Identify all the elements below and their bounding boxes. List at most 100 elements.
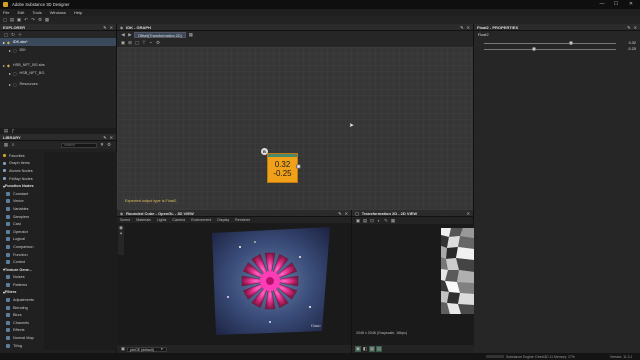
library-item[interactable]: Comparison [0, 243, 42, 251]
grid-toggle-icon[interactable]: ▦ [188, 32, 194, 38]
library-item[interactable]: Function [0, 251, 42, 259]
expand-chevron-icon[interactable]: ▸ [3, 63, 5, 68]
library-item[interactable]: Cast [0, 220, 42, 228]
expand-chevron-icon[interactable]: ▸ [3, 40, 5, 45]
graph-breadcrumb[interactable]: Offset(Transformation 2D) [134, 32, 186, 38]
library-item[interactable]: Transforms [0, 349, 42, 350]
pin-node-icon[interactable]: ⊤ [141, 40, 147, 46]
explorer-item[interactable]: ▸ ▢ HSB_NFT_BG [0, 69, 116, 77]
new-package-icon[interactable]: ▢ [3, 32, 9, 38]
library-item[interactable]: Logical [0, 236, 42, 244]
light-icon[interactable]: ✦ [118, 231, 124, 237]
view-list-icon[interactable]: ≡ [10, 142, 16, 148]
fit-icon[interactable]: ⊡ [369, 218, 375, 224]
library-item[interactable]: Normal Map [0, 334, 42, 342]
close-button[interactable]: ✕ [625, 1, 637, 8]
library-item[interactable]: Tiling [0, 342, 42, 350]
view3d-menu-item[interactable]: Display [217, 218, 229, 222]
close-panel-icon[interactable]: ✕ [634, 25, 637, 30]
redo-icon[interactable]: ↷ [30, 17, 36, 23]
library-item[interactable]: Patterns [0, 281, 42, 289]
pen-icon[interactable]: ✎ [383, 218, 389, 224]
channel-icon[interactable]: ◐ [376, 218, 382, 224]
explorer-item[interactable]: ▸ ◆ HSB_NFT_BG.sbs [0, 61, 116, 69]
library-item[interactable]: FxMap Nodes [0, 175, 42, 183]
library-item[interactable]: Samplers [0, 213, 42, 221]
library-settings-icon[interactable]: ⚙ [106, 142, 112, 148]
close-panel-icon[interactable]: ✕ [467, 25, 470, 30]
pin-icon[interactable]: ✎ [627, 25, 630, 30]
menu-edit[interactable]: Edit [17, 10, 24, 15]
link-icon[interactable]: ⌁ [148, 40, 154, 46]
undo-icon[interactable]: ↶ [23, 17, 29, 23]
library-item[interactable]: Atomic Nodes [0, 167, 42, 175]
library-tab-icon[interactable]: ▤ [3, 128, 9, 134]
explorer-item[interactable]: ▸ ▢ IDK [0, 46, 116, 54]
close-panel-icon[interactable]: ✕ [467, 211, 470, 216]
slider-value[interactable]: -0.25 [627, 47, 636, 51]
library-item[interactable]: Control [0, 258, 42, 266]
back-icon[interactable]: ◀ [120, 32, 126, 38]
library-item[interactable]: Adjustments [0, 296, 42, 304]
alpha-icon[interactable]: ◧ [362, 346, 368, 352]
histogram-icon[interactable]: ▤ [376, 346, 382, 352]
open-package-icon[interactable]: ↻ [10, 32, 16, 38]
view3d-menu-item[interactable]: Camera [172, 218, 185, 222]
library-item[interactable]: Noises [0, 274, 42, 282]
explorer-item[interactable]: ▸ ◆ IDK.sbs* [0, 38, 116, 46]
library-item[interactable]: Constant [0, 190, 42, 198]
slider-track[interactable] [484, 49, 616, 50]
library-search-input[interactable] [61, 142, 97, 148]
checker-icon[interactable]: ▦ [369, 346, 375, 352]
menu-windows[interactable]: Windows [50, 10, 66, 15]
explorer-item[interactable]: ▸ ▢ Resources [0, 80, 116, 88]
slider-knob[interactable] [569, 41, 574, 45]
library-item[interactable]: Vector [0, 198, 42, 206]
library-item[interactable]: Effects [0, 327, 42, 335]
menu-help[interactable]: Help [74, 10, 82, 15]
graph-canvas[interactable]: B 0.32 -0.25 ➤ Expected output type is F… [117, 47, 473, 210]
filter-icon[interactable]: ▼ [99, 142, 105, 148]
view3d-menu-item[interactable]: Renderer [235, 218, 250, 222]
slider-track[interactable] [484, 43, 616, 44]
rgba-icon[interactable]: ▣ [355, 346, 361, 352]
open-folder-icon[interactable]: ▤ [9, 17, 15, 23]
expand-chevron-icon[interactable]: ▸ [9, 48, 11, 53]
pin-icon[interactable]: ✎ [460, 25, 463, 30]
library-item[interactable]: Graph Items [0, 160, 42, 168]
library-category[interactable]: ▾ Filters [0, 289, 42, 297]
tiling-icon[interactable]: ▦ [390, 218, 396, 224]
float2-node[interactable]: 0.32 -0.25 [267, 153, 298, 183]
settings-icon[interactable]: ⚙ [37, 17, 43, 23]
library-item[interactable]: Operator [0, 228, 42, 236]
library-category[interactable]: ▾ Texture Gene... [0, 266, 42, 274]
minimize-button[interactable]: — [596, 1, 608, 8]
close-panel-icon[interactable]: ✕ [110, 25, 113, 30]
forward-icon[interactable]: ▶ [127, 32, 133, 38]
slider-knob[interactable] [531, 47, 536, 51]
node-output-port[interactable] [296, 164, 301, 169]
slider-value[interactable]: 0.32 [629, 41, 636, 45]
copy-icon[interactable]: ▤ [362, 218, 368, 224]
close-panel-icon[interactable]: ✕ [345, 211, 348, 216]
save-icon[interactable]: ▣ [16, 17, 22, 23]
add-icon[interactable]: ＋ [17, 32, 23, 38]
library-item[interactable]: Variables [0, 205, 42, 213]
library-item[interactable]: Blending [0, 304, 42, 312]
expand-chevron-icon[interactable]: ▸ [9, 82, 11, 87]
menu-tools[interactable]: Tools [32, 10, 41, 15]
pin-icon[interactable]: ✎ [338, 211, 341, 216]
view3d-menu-item[interactable]: Materials [136, 218, 151, 222]
align-icon[interactable]: ⊞ [127, 40, 133, 46]
library-item[interactable]: Favorites [0, 152, 42, 160]
library-item[interactable]: Blurs [0, 311, 42, 319]
view3d-viewport[interactable]: ◉ ✦ Gusto [117, 223, 351, 345]
close-panel-icon[interactable]: ✕ [110, 135, 113, 140]
view-grid-icon[interactable]: ▦ [3, 142, 9, 148]
view3d-menu-item[interactable]: Environment [191, 218, 211, 222]
expand-chevron-icon[interactable]: ▸ [9, 71, 11, 76]
maximize-button[interactable]: ☐ [610, 1, 622, 8]
comment-icon[interactable]: ▢ [134, 40, 140, 46]
frame-icon[interactable]: ▣ [120, 40, 126, 46]
view3d-menu-item[interactable]: Scene [120, 218, 130, 222]
